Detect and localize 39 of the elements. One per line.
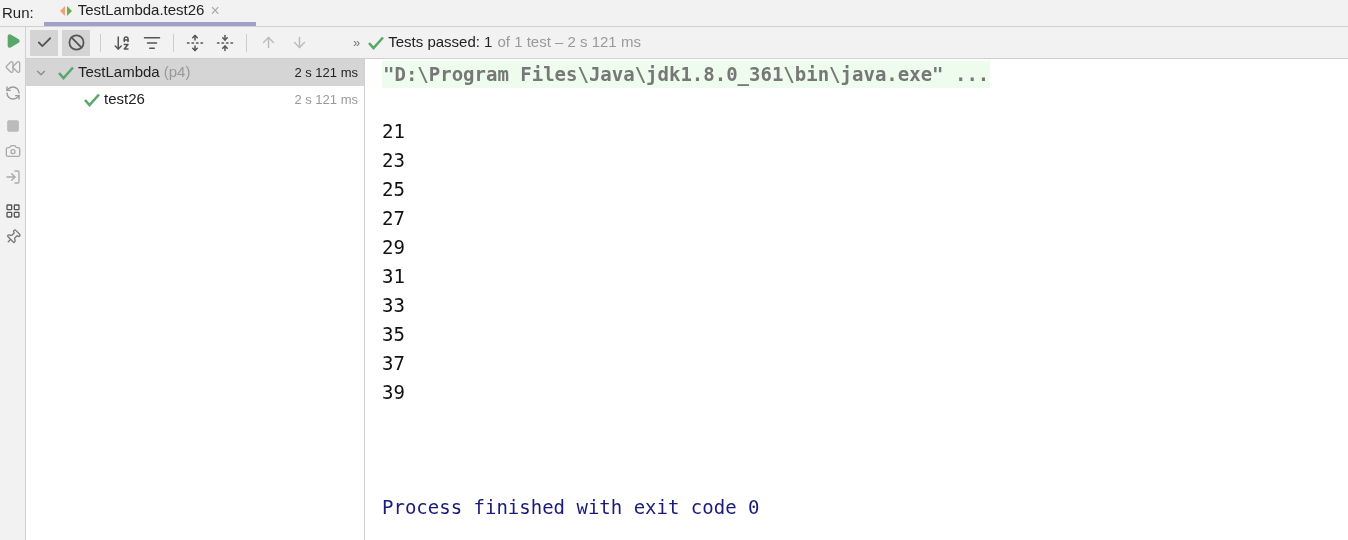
previous-icon[interactable] (260, 34, 277, 51)
test-time: 2 s 121 ms (294, 63, 358, 82)
output-line: 27 (382, 206, 405, 231)
code-diamond-icon (59, 5, 72, 16)
check-icon (58, 65, 74, 80)
output-line: 29 (382, 235, 405, 260)
output-line: 25 (382, 177, 405, 202)
output-line: 35 (382, 322, 405, 347)
test-name: test26 (104, 89, 145, 110)
output-line: 31 (382, 264, 405, 289)
stop-icon[interactable] (5, 119, 20, 133)
output-line: 33 (382, 293, 405, 318)
check-icon (368, 35, 385, 50)
more-button[interactable]: » (353, 32, 361, 53)
tree-row[interactable]: test26 2 s 121 ms (26, 86, 364, 113)
run-label: Run: (1, 2, 35, 23)
test-name: TestLambda (78, 62, 160, 83)
layout-icon[interactable] (4, 203, 21, 219)
check-icon (84, 92, 100, 107)
tree-row[interactable]: TestLambda (p4) 2 s 121 ms (26, 59, 364, 86)
tests-passed-summary: Tests passed: 1 (388, 32, 493, 53)
ignored-filter-button[interactable] (62, 29, 90, 56)
expand-all-icon[interactable] (186, 33, 204, 52)
output-line: 39 (382, 380, 405, 405)
collapse-all-icon[interactable] (216, 33, 234, 52)
sort-alpha-icon[interactable] (113, 33, 131, 52)
test-time: 2 s 121 ms (294, 90, 358, 109)
import-icon[interactable] (4, 169, 21, 185)
output-line: 23 (382, 148, 405, 173)
tests-summary-detail: of 1 test – 2 s 121 ms (497, 32, 641, 53)
tab-title: TestLambda.test26 (77, 0, 205, 21)
camera-icon[interactable] (4, 143, 21, 159)
output-line: 21 (382, 119, 405, 144)
test-detail: (p4) (163, 62, 191, 83)
exit-message: Process finished with exit code 0 (382, 495, 760, 520)
output-line: 37 (382, 351, 405, 376)
next-icon[interactable] (291, 34, 308, 51)
ignored-icon (67, 34, 85, 51)
passed-filter-button[interactable] (30, 29, 58, 56)
